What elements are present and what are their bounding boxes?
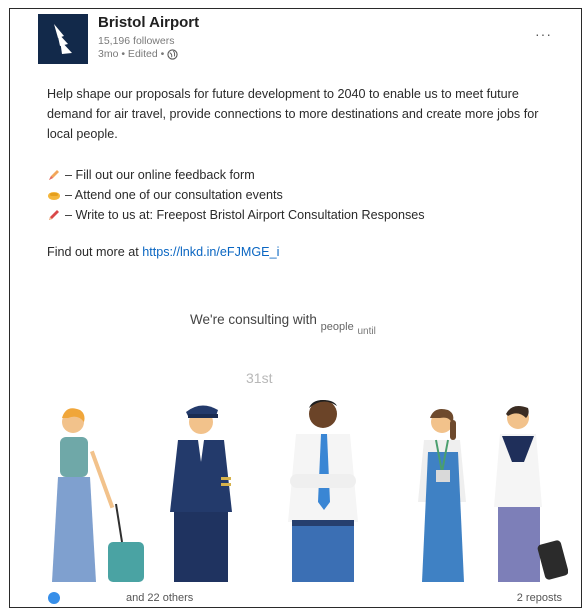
post-image[interactable]: We're consulting with people until 31st <box>38 282 568 582</box>
staff-woman-figure <box>418 409 466 582</box>
globe-icon <box>167 48 178 60</box>
consult-until-text: until <box>357 326 376 337</box>
consult-people-text: people <box>320 321 354 333</box>
post-body: Help shape our proposals for future deve… <box>47 84 567 144</box>
org-name[interactable]: Bristol Airport <box>98 14 199 31</box>
people-illustration <box>52 400 568 582</box>
consult-date: 31st <box>246 370 273 386</box>
reposts-count[interactable]: 2 reposts <box>517 592 562 604</box>
bullet-text: – Write to us at: Freepost Bristol Airpo… <box>65 208 425 222</box>
pencil-icon <box>49 170 59 180</box>
like-reaction-icon[interactable] <box>48 592 60 604</box>
consult-headline: We're consulting with people until <box>190 312 376 337</box>
passenger-man-figure <box>494 406 568 582</box>
pen-icon <box>49 210 59 220</box>
post-age: 3mo • Edited • <box>98 48 165 60</box>
post-body-text: Help shape our proposals for future deve… <box>47 87 539 141</box>
find-more-prefix: Find out more at <box>47 245 143 259</box>
list-item: – Fill out our online feedback form <box>47 165 567 185</box>
bullet-text: – Fill out our online feedback form <box>65 168 255 182</box>
bullet-text: – Attend one of our consultation events <box>65 188 283 202</box>
list-item: – Write to us at: Freepost Bristol Airpo… <box>47 205 567 225</box>
wing-logo-icon <box>54 24 72 54</box>
more-options-button[interactable]: ··· <box>535 26 552 42</box>
find-more-link[interactable]: https://lnkd.in/eFJMGE_i <box>142 245 279 259</box>
find-more-line: Find out more at https://lnkd.in/eFJMGE_… <box>47 245 279 259</box>
staff-man-figure <box>288 400 358 582</box>
handshake-icon <box>48 192 60 200</box>
list-item: – Attend one of our consultation events <box>47 185 567 205</box>
pilot-figure <box>170 405 232 582</box>
action-list: – Fill out our online feedback form – At… <box>47 165 567 225</box>
traveller-woman-figure <box>52 408 144 582</box>
bristol-airport-logo[interactable] <box>38 14 88 64</box>
post-meta: 3mo • Edited • <box>98 48 178 60</box>
consult-main-text: We're consulting with <box>190 312 317 327</box>
reactions-count[interactable]: and 22 others <box>126 592 193 604</box>
follower-count: 15,196 followers <box>98 35 175 47</box>
post-header: Bristol Airport 15,196 followers 3mo • E… <box>38 14 568 76</box>
post-footer: and 22 others 2 reposts <box>38 588 568 608</box>
